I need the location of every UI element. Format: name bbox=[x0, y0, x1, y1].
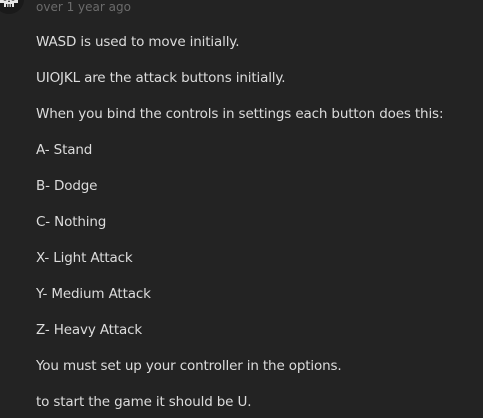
comment-line: C- Nothing bbox=[36, 214, 107, 230]
comment-line: You must set up your controller in the o… bbox=[36, 358, 342, 374]
comment-line: Y- Medium Attack bbox=[36, 286, 151, 302]
comment: over 1 year ago WASD is used to move ini… bbox=[0, 0, 483, 418]
comment-line: Z- Heavy Attack bbox=[36, 322, 143, 338]
comment-line: UIOJKL are the attack buttons initially. bbox=[36, 70, 286, 86]
skull-avatar-icon bbox=[0, 0, 24, 14]
comment-line: B- Dodge bbox=[36, 178, 98, 194]
comment-line: A- Stand bbox=[36, 142, 93, 158]
comment-timestamp: over 1 year ago bbox=[36, 0, 131, 14]
comment-line: WASD is used to move initially. bbox=[36, 34, 240, 50]
user-avatar[interactable] bbox=[0, 0, 24, 14]
comment-body: WASD is used to move initially. UIOJKL a… bbox=[36, 33, 443, 418]
comment-line: X- Light Attack bbox=[36, 250, 133, 266]
comment-line: to start the game it should be U. bbox=[36, 394, 252, 410]
comment-line: When you bind the controls in settings e… bbox=[36, 106, 444, 122]
